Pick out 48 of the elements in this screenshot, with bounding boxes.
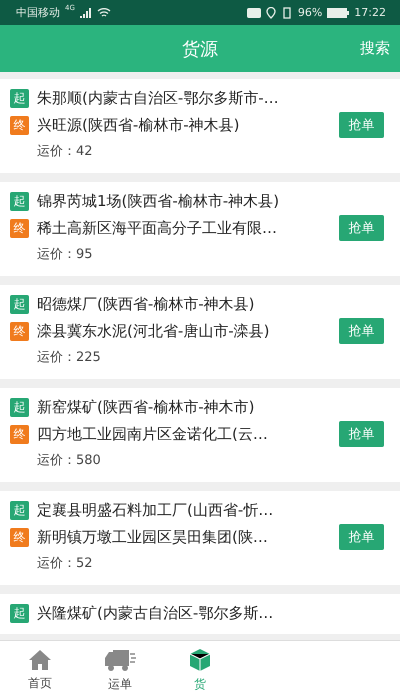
start-badge: 起 (10, 192, 29, 210)
battery-percent: 96% (298, 6, 322, 19)
box-icon (188, 648, 212, 672)
end-place: 四方地工业园南片区金诺化工(云… (37, 424, 268, 444)
home-icon (28, 649, 52, 671)
start-place: 昭德煤厂(陕西省-榆林市-神木县) (37, 294, 255, 314)
start-place: 新窑煤矿(陕西省-榆林市-神木市) (37, 398, 255, 416)
truck-icon (103, 648, 137, 672)
cargo-card[interactable]: 起 朱那顺(内蒙古自治区-鄂尔多斯市-… 终 兴旺源(陕西省-榆林市-神木县) 运价：42 抢单 (0, 79, 400, 173)
vibrate-icon (280, 6, 293, 18)
start-place: 定襄县明盛石料加工厂(山西省-忻… (37, 500, 274, 520)
end-badge: 终 (10, 218, 29, 238)
location-icon (266, 6, 276, 18)
start-badge: 起 (10, 294, 29, 314)
start-badge: 起 (10, 500, 29, 520)
cargo-card[interactable]: 起 兴隆煤矿(内蒙古自治区-鄂尔多斯… (0, 594, 400, 634)
battery-icon (327, 8, 350, 18)
wifi-icon (96, 7, 111, 18)
freight-price: 运价：95 (36, 246, 94, 264)
end-place: 滦县冀东水泥(河北省-唐山市-滦县) (37, 322, 270, 340)
end-badge: 终 (10, 116, 29, 134)
start-badge: 起 (10, 398, 29, 416)
end-badge: 终 (10, 322, 29, 340)
freight-price: 运价：52 (36, 555, 94, 573)
carrier-name: 中国移动 (16, 5, 60, 20)
cargo-card[interactable]: 起 昭德煤厂(陕西省-榆林市-神木县) 终 滦县冀东水泥(河北省-唐山市-滦县) 运价：225 抢单 (0, 285, 400, 379)
freight-price: 运价：580 (36, 452, 102, 470)
end-place: 新明镇万墩工业园区昊田集团(陕… (37, 528, 268, 546)
start-place: 锦界芮城1场(陕西省-榆林市-神木县) (37, 192, 280, 210)
freight-price: 运价：42 (36, 143, 94, 161)
nav-tab[interactable]: 运单 (80, 641, 160, 700)
start-badge: 起 (10, 88, 29, 108)
freight-price: 运价：225 (36, 349, 102, 367)
end-place: 兴旺源(陕西省-榆林市-神木县) (37, 116, 240, 134)
cargo-card[interactable]: 起 定襄县明盛石料加工厂(山西省-忻… 终 新明镇万墩工业园区昊田集团(陕… 运价：52 抢单 (0, 491, 400, 585)
end-badge: 终 (10, 424, 29, 444)
clock-time: 17:22 (354, 6, 386, 19)
hd-icon (246, 8, 261, 18)
start-place: 兴隆煤矿(内蒙古自治区-鄂尔多斯… (37, 604, 274, 622)
signal-icon (80, 8, 92, 18)
start-place: 朱那顺(内蒙古自治区-鄂尔多斯市-… (37, 88, 279, 108)
page-title: 货源 (182, 38, 218, 60)
end-badge: 终 (10, 528, 29, 546)
cargo-card[interactable]: 起 锦界芮城1场(陕西省-榆林市-神木县) 终 稀土高新区海平面高分子工业有限… 运价：95 抢单 (0, 182, 400, 276)
end-place: 稀土高新区海平面高分子工业有限… (37, 218, 277, 238)
start-badge: 起 (10, 604, 29, 622)
nav-tab[interactable]: 首页 (0, 641, 80, 700)
cargo-card[interactable]: 起 新窑煤矿(陕西省-榆林市-神木市) 终 四方地工业园南片区金诺化工(云… 运价：580 抢单 (0, 388, 400, 482)
